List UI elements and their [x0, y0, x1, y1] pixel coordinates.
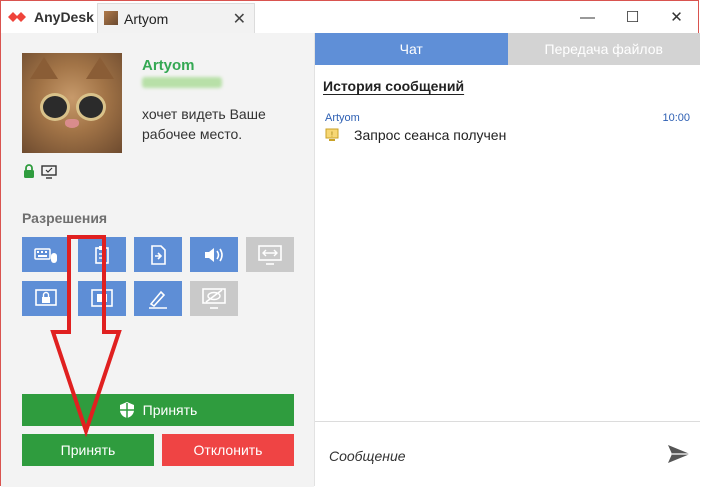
message-history-title: История сообщений — [323, 78, 465, 94]
anydesk-home-tab[interactable]: AnyDesk — [1, 1, 97, 33]
perm-restart-button[interactable] — [78, 281, 126, 316]
lock-icon — [35, 288, 57, 306]
session-request-panel: Artyom хочет видеть Ваше рабочее место. … — [1, 33, 314, 487]
anydesk-window: AnyDesk Artyom ✕ — ☐ ✕ Artyom хочет виде… — [0, 0, 700, 487]
accept-full-access-label: Принять — [142, 402, 198, 418]
sound-icon — [205, 247, 223, 262]
tab-title: Artyom — [124, 11, 169, 27]
keyboard-mouse-icon — [34, 247, 57, 263]
request-text: хочет видеть Ваше рабочее место. — [142, 106, 266, 142]
tab-chat[interactable]: Чат — [315, 33, 508, 65]
desktop-icon — [41, 164, 57, 179]
message-author: Artyom — [325, 112, 360, 124]
clipboard-icon — [95, 245, 109, 264]
minimize-button[interactable]: — — [565, 1, 610, 33]
tab-avatar-icon — [104, 11, 118, 25]
perm-privacy-button[interactable] — [190, 281, 238, 316]
perm-lock-button[interactable] — [22, 281, 70, 316]
permissions-title: Разрешения — [22, 210, 108, 226]
send-icon — [668, 445, 690, 463]
secure-lock-icon — [24, 164, 34, 178]
decline-button[interactable]: Отклонить — [162, 434, 294, 466]
perm-draw-button[interactable] — [134, 281, 182, 316]
title-bar: AnyDesk Artyom ✕ — ☐ ✕ — [1, 1, 698, 34]
file-transfer-icon — [151, 244, 166, 265]
tcp-tunnel-icon — [258, 244, 282, 265]
perm-keyboard-mouse-button[interactable] — [22, 237, 70, 272]
message-time: 10:00 — [662, 112, 690, 124]
anydesk-logo-icon — [8, 12, 26, 22]
status-icons — [23, 164, 57, 179]
draw-icon — [149, 290, 167, 309]
perm-clipboard-button[interactable] — [78, 237, 126, 272]
shield-icon — [119, 402, 134, 418]
message-input[interactable] — [327, 445, 651, 467]
chat-panel: Чат Передача файлов История сообщений Ar… — [314, 33, 700, 486]
accept-button[interactable]: Принять — [22, 434, 154, 466]
user-avatar — [22, 53, 122, 153]
privacy-icon — [202, 287, 226, 309]
svg-text:!: ! — [331, 132, 333, 139]
message-text: Запрос сеанса получен — [354, 127, 507, 143]
chat-tabs: Чат Передача файлов — [315, 33, 700, 65]
accept-full-access-button[interactable]: Принять — [22, 394, 294, 426]
close-button[interactable]: ✕ — [654, 1, 699, 33]
session-request-icon: ! — [325, 128, 339, 141]
user-name: Artyom — [142, 57, 195, 74]
decline-label: Отклонить — [193, 442, 263, 458]
send-button[interactable] — [666, 441, 692, 467]
perm-file-transfer-button[interactable] — [134, 237, 182, 272]
tab-file-transfer[interactable]: Передача файлов — [507, 33, 700, 65]
perm-sound-button[interactable] — [190, 237, 238, 272]
app-name: AnyDesk — [34, 9, 94, 25]
session-tab[interactable]: Artyom ✕ — [97, 3, 255, 33]
input-divider — [315, 421, 700, 422]
restart-icon — [91, 288, 113, 307]
accept-label: Принять — [60, 442, 116, 458]
perm-tcp-tunnel-button[interactable] — [246, 237, 294, 272]
blurred-user-id — [142, 77, 222, 88]
tab-close-icon[interactable]: ✕ — [233, 9, 246, 29]
maximize-button[interactable]: ☐ — [610, 1, 655, 33]
